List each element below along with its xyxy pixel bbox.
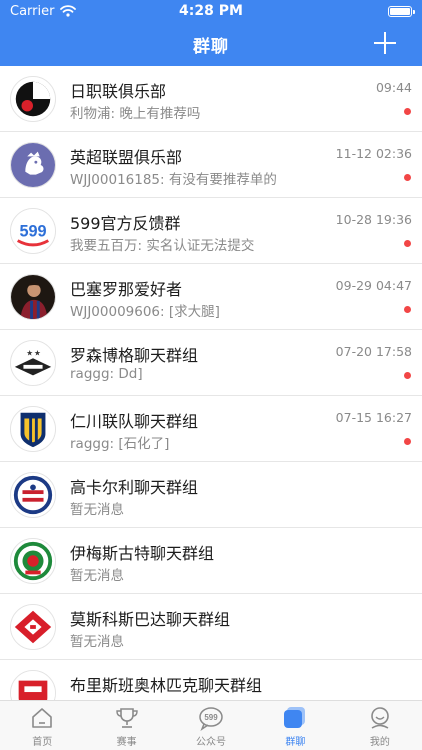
- club-crest-logo: [10, 472, 56, 518]
- unread-dot: [404, 108, 411, 115]
- tab-label: 群聊: [285, 737, 306, 748]
- chat-row[interactable]: ★ ★ 罗森博格聊天群组 raggg: Dd] 07-20 17:58: [0, 330, 422, 396]
- svg-text:599: 599: [19, 223, 46, 241]
- chat-name: 巴塞罗那爱好者: [70, 280, 183, 299]
- chat-timestamp: 09:44: [375, 80, 412, 95]
- chat-name: 599官方反馈群: [70, 214, 181, 233]
- svg-text:★: ★: [34, 348, 41, 357]
- chat-list: 日职联俱乐部利物浦: 晚上有推荐吗 09:44 英超联盟俱乐部 WJJ00016185…: [0, 66, 422, 700]
- tab-599-chat[interactable]: 599 公众号: [169, 701, 253, 750]
- spartak-logo: [10, 604, 56, 650]
- chat-timestamp: 11-12 02:36: [335, 146, 412, 161]
- 599-chat-icon: 599: [198, 705, 224, 731]
- premier-league-logo: [10, 142, 56, 188]
- chat-timestamp: 07-15 16:27: [335, 410, 412, 425]
- carrier-label: Carrier: [10, 3, 55, 19]
- tab-label: 公众号: [196, 737, 227, 748]
- chat-last-message: 利物浦: 晚上有推荐吗: [70, 106, 201, 122]
- battery-icon: [387, 5, 415, 17]
- plus-icon[interactable]: [372, 30, 398, 56]
- chat-name: 伊梅斯古特聊天群组: [70, 544, 215, 563]
- incheon-logo: [10, 406, 56, 452]
- trophy-icon: [114, 705, 140, 731]
- nav-bar: 群聊: [0, 22, 422, 66]
- chat-row[interactable]: 英超联盟俱乐部 WJJ00016185: 有没有要推荐单的 11-12 02:36: [0, 132, 422, 198]
- player-photo: [10, 274, 56, 320]
- jleague-logo: [10, 76, 56, 122]
- tab-home[interactable]: 首页: [0, 701, 84, 750]
- svg-text:599: 599: [204, 713, 218, 722]
- unread-dot: [404, 306, 411, 313]
- chat-name: 布里斯班奥林匹克聊天群组: [70, 676, 263, 695]
- unread-dot: [404, 240, 411, 247]
- tab-label: 赛事: [116, 737, 137, 748]
- chat-name: 仁川联队聊天群组: [70, 412, 199, 431]
- chat-row[interactable]: 599 599官方反馈群我要五百万: 实名认证无法提交 10-28 19:36: [0, 198, 422, 264]
- red-club-logo: [10, 670, 56, 700]
- chat-name: 罗森博格聊天群组: [70, 346, 199, 365]
- profile-icon: [367, 705, 393, 731]
- chat-row[interactable]: 巴塞罗那爱好者 WJJ00009606: [求大腿] 09-29 04:47: [0, 264, 422, 330]
- status-bar: Carrier 4:28 PM: [0, 0, 422, 22]
- chat-row[interactable]: 伊梅斯古特聊天群组 暂无消息: [0, 528, 422, 594]
- home-icon: [29, 705, 55, 731]
- chat-row[interactable]: 仁川联队聊天群组 raggg: [石化了] 07-15 16:27: [0, 396, 422, 462]
- wifi-icon: [60, 5, 77, 17]
- chat-last-message: 暂无消息: [70, 568, 124, 584]
- chat-last-message: WJJ00009606: [求大腿]: [70, 304, 220, 320]
- page-title: 群聊: [193, 36, 229, 57]
- 599-logo: 599: [10, 208, 56, 254]
- unread-dot: [404, 174, 411, 181]
- chat-name: 英超联盟俱乐部: [70, 148, 183, 167]
- rosenborg-logo: ★ ★: [10, 340, 56, 386]
- tab-label: 我的: [369, 737, 390, 748]
- chat-last-message: WJJ00016185: 有没有要推荐单的: [70, 172, 277, 188]
- unread-dot: [404, 438, 411, 445]
- tab-label: 首页: [32, 737, 53, 748]
- group-chat-icon: [282, 705, 308, 731]
- chat-name: 日职联俱乐部: [70, 82, 167, 101]
- chat-row[interactable]: 高卡尔利聊天群组 暂无消息: [0, 462, 422, 528]
- chat-last-message: 我要五百万: 实名认证无法提交: [70, 238, 255, 254]
- chat-last-message: raggg: Dd]: [70, 366, 143, 382]
- chat-name: 高卡尔利聊天群组: [70, 478, 199, 497]
- tab-trophy[interactable]: 赛事: [84, 701, 168, 750]
- tab-group-chat[interactable]: 群聊: [253, 701, 337, 750]
- tab-profile[interactable]: 我的: [338, 701, 422, 750]
- chat-row[interactable]: 莫斯科斯巴达聊天群组 暂无消息: [0, 594, 422, 660]
- chat-last-message: 暂无消息: [70, 634, 124, 650]
- status-time: 4:28 PM: [179, 3, 243, 19]
- chat-name: 莫斯科斯巴达聊天群组: [70, 610, 231, 629]
- chat-row[interactable]: 布里斯班奥林匹克聊天群组: [0, 660, 422, 700]
- top-header: Carrier 4:28 PM 群聊: [0, 0, 422, 66]
- chat-timestamp: 07-20 17:58: [335, 344, 412, 359]
- chat-timestamp: 09-29 04:47: [335, 278, 412, 293]
- chat-timestamp: 10-28 19:36: [335, 212, 412, 227]
- chat-last-message: raggg: [石化了]: [70, 436, 170, 452]
- svg-text:★: ★: [26, 348, 33, 357]
- chat-row[interactable]: 日职联俱乐部利物浦: 晚上有推荐吗 09:44: [0, 66, 422, 132]
- unread-dot: [404, 372, 411, 379]
- green-club-logo: [10, 538, 56, 584]
- tab-bar: 首页 赛事 599 公众号 群聊 我的: [0, 700, 422, 750]
- chat-last-message: 暂无消息: [70, 502, 124, 518]
